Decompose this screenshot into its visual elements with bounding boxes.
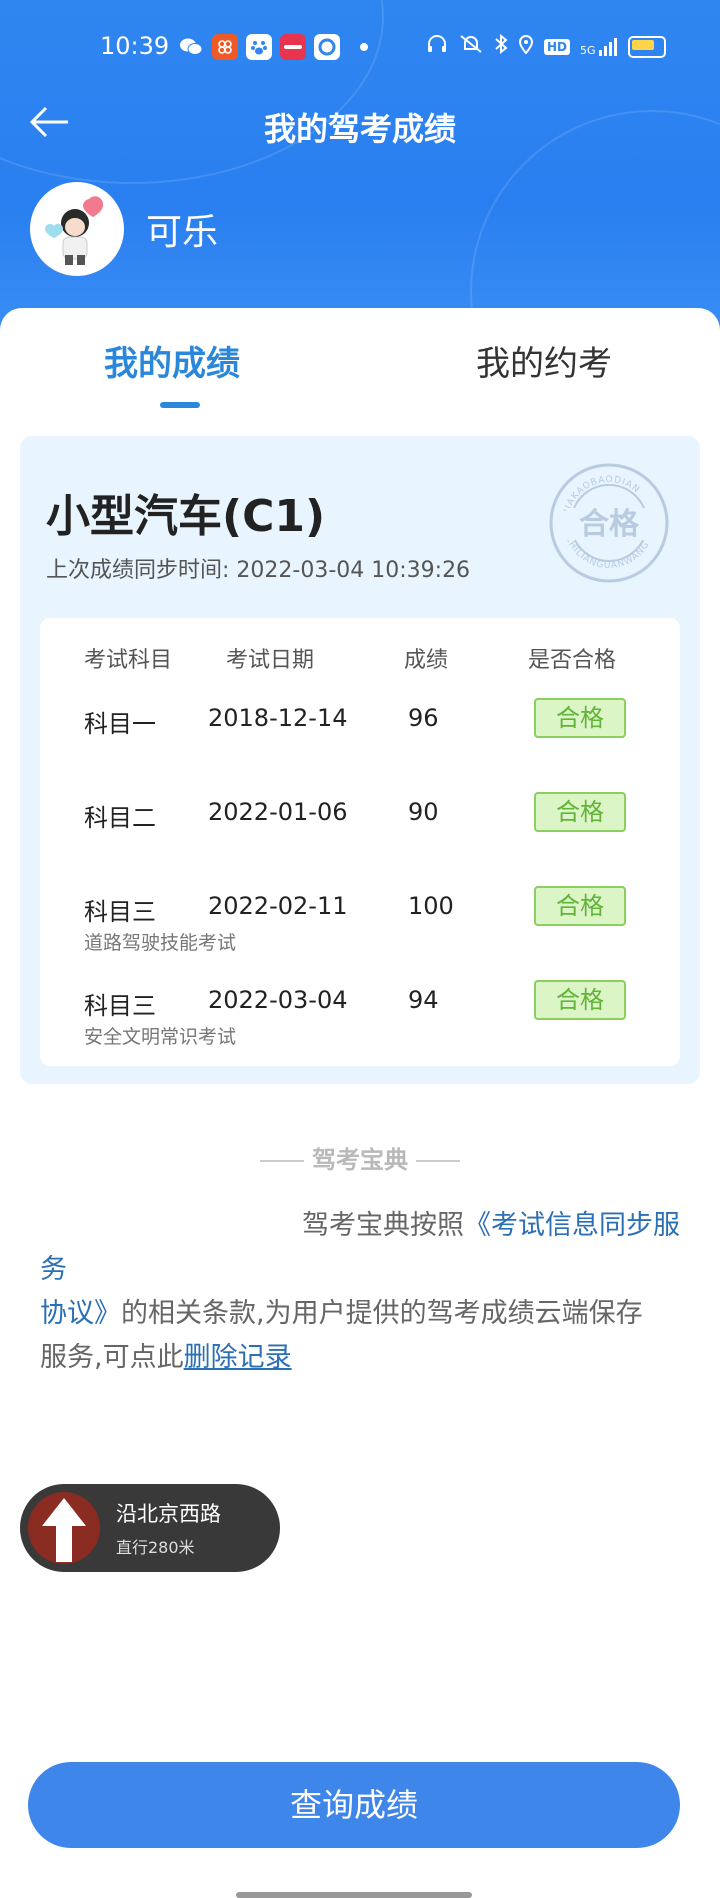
nav-distance: 直行280米 <box>116 1538 195 1557</box>
date-cell: 2022-01-06 <box>208 798 348 826</box>
pass-badge: 合格 <box>534 980 626 1020</box>
score-cell: 94 <box>408 986 439 1014</box>
page-title: 我的驾考成绩 <box>263 110 456 148</box>
column-header-score: 成绩 <box>404 648 449 673</box>
agreement-link[interactable]: 协议》 <box>40 1298 121 1329</box>
brand-divider: 驾考宝典 <box>0 1140 720 1175</box>
pass-badge: 合格 <box>534 886 626 926</box>
column-header-subject: 考试科目 <box>84 648 173 673</box>
pass-badge: 合格 <box>534 698 626 738</box>
date-cell: 2022-03-04 <box>208 986 348 1014</box>
license-type: 小型汽车(C1) <box>46 491 326 542</box>
home-indicator[interactable] <box>236 1892 472 1898</box>
subject-cell: 科目二 <box>84 804 156 832</box>
subject-cell: 科目三 <box>84 898 156 926</box>
baidu-icon <box>246 34 272 60</box>
divider-line <box>260 1160 304 1162</box>
user-profile: 可乐 <box>30 182 218 276</box>
redbook-icon <box>280 34 306 60</box>
subject-note: 安全文明常识考试 <box>84 1026 237 1048</box>
bluetooth-icon <box>494 33 508 59</box>
signal-icon: 5G <box>580 37 618 57</box>
subject-note: 道路驾驶技能考试 <box>84 932 237 954</box>
active-tab-indicator <box>160 402 200 408</box>
brand-label: 驾考宝典 <box>312 1146 408 1174</box>
tab-bar: 我的成绩 我的约考 <box>0 336 720 416</box>
pass-badge: 合格 <box>534 792 626 832</box>
app-icon <box>212 34 238 60</box>
date-cell: 2018-12-14 <box>208 704 348 732</box>
status-bar: 10:39 HD 5G <box>0 28 720 68</box>
wechat-icon <box>178 34 204 60</box>
subject-cell: 科目三 <box>84 992 156 1020</box>
score-cell: 100 <box>408 892 454 920</box>
svg-text:合格: 合格 <box>579 507 640 542</box>
sync-notice: 驾考宝典按照《考试信息同步服务 协议》的相关条款,为用户提供的驾考成绩云端保存 … <box>40 1204 680 1380</box>
more-notifications-dot <box>360 43 368 51</box>
query-score-button[interactable]: 查询成绩 <box>28 1762 680 1848</box>
divider-line <box>416 1160 460 1162</box>
score-table: 考试科目 考试日期 成绩 是否合格 科目一 2018-12-14 96 合格 科… <box>40 618 680 1066</box>
column-header-result: 是否合格 <box>528 648 617 673</box>
turn-direction-icon <box>28 1492 100 1564</box>
delete-record-link[interactable]: 删除记录 <box>184 1342 292 1373</box>
score-cell: 90 <box>408 798 439 826</box>
tab-my-scores[interactable]: 我的成绩 <box>104 336 240 385</box>
date-cell: 2022-02-11 <box>208 892 348 920</box>
location-icon <box>518 34 534 59</box>
status-time: 10:39 <box>100 32 170 60</box>
tab-my-appointments[interactable]: 我的约考 <box>476 336 612 385</box>
nav-road-name: 沿北京西路 <box>116 1502 221 1526</box>
notification-icons <box>178 34 368 60</box>
header-background: 10:39 HD 5G 我的驾考成绩 可乐 <box>0 0 720 340</box>
subject-cell: 科目一 <box>84 710 156 738</box>
navigation-overlay[interactable]: 沿北京西路 直行280米 <box>20 1484 280 1572</box>
avatar-illustration <box>45 196 104 265</box>
notice-text: 的相关条款,为用户提供的驾考成绩云端保存 <box>121 1298 643 1329</box>
battery-icon <box>627 35 666 58</box>
username: 可乐 <box>146 212 219 253</box>
network-type: 5G <box>580 43 596 57</box>
content-panel: 我的成绩 我的约考 小型汽车(C1) 上次成绩同步时间: 2022-03-04 … <box>0 308 720 1898</box>
notice-text: 驾考宝典按照 <box>302 1210 464 1241</box>
notice-text: 服务,可点此 <box>40 1342 184 1373</box>
nav-bar: 我的驾考成绩 <box>0 100 720 150</box>
sync-time: 上次成绩同步时间: 2022-03-04 10:39:26 <box>46 558 471 583</box>
system-icons: HD 5G <box>426 33 666 59</box>
headset-icon <box>426 34 448 59</box>
hd-icon: HD <box>544 38 571 55</box>
browser-icon <box>314 34 340 60</box>
pass-stamp-icon: JIAKAOBAODIAN ZHILIANGUANWANG 合格 <box>549 463 669 583</box>
column-header-date: 考试日期 <box>226 648 315 673</box>
score-card: 小型汽车(C1) 上次成绩同步时间: 2022-03-04 10:39:26 J… <box>20 436 700 1084</box>
avatar[interactable] <box>30 182 124 276</box>
mute-bell-icon <box>458 34 484 59</box>
score-cell: 96 <box>408 704 439 732</box>
